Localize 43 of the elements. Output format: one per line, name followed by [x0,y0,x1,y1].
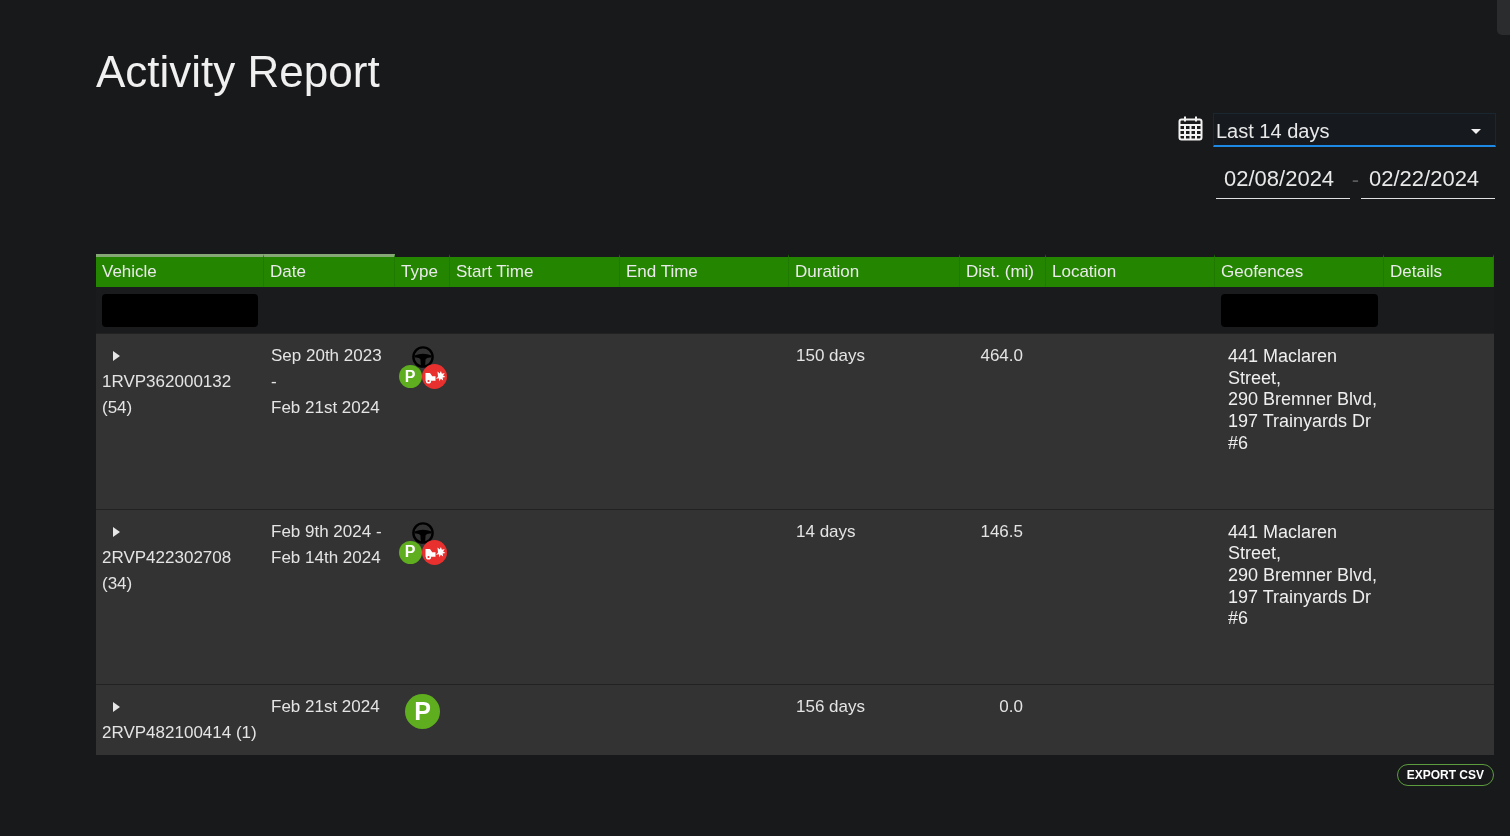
steering-wheel-icon [411,346,434,368]
column-header[interactable]: Vehicle [96,254,264,287]
distance-text: 464.0 [979,345,1024,367]
geofences-text: 441 Maclaren Street, 290 Bremner Blvd, 197 Trainyards Dr #6 [1227,345,1379,455]
column-header[interactable]: Duration [789,254,960,287]
column-header[interactable]: Geofences [1215,254,1384,287]
date-range-text: Sep 20th 2023 - Feb 21st 2024 [270,345,383,419]
duration-text: 156 days [795,696,866,719]
distance-text: 146.5 [979,520,1024,543]
start-date-field[interactable]: 02/08/2024 [1216,160,1350,199]
vehicle-id-text: 2RVP482100414 (1) [102,722,258,745]
geofences-text: 441 Maclaren Street, 290 Bremner Blvd, 197 Trainyards Dr #6 [1227,520,1379,631]
column-header[interactable]: Start Time [450,254,620,287]
calendar-icon [1178,115,1203,141]
column-header[interactable]: End Time [620,254,789,287]
duration-text: 150 days [795,345,866,367]
caret-icon[interactable] [113,526,120,537]
parking-icon: P [405,694,440,730]
column-header[interactable]: Details [1384,254,1494,287]
parking-icon: P [398,365,422,388]
vehicle-id-text: 2RVP422302708 (34) [102,546,233,595]
date-range-text: Feb 21st 2024 [270,696,381,719]
column-header[interactable]: Dist. (mi) [960,254,1046,287]
date-range-select[interactable]: Last 14 days [1213,113,1496,147]
duration-text: 14 days [795,520,857,543]
caret-icon[interactable] [113,702,120,713]
car-crash-icon [421,364,447,389]
caret-icon[interactable] [113,351,120,361]
column-header[interactable]: Location [1046,254,1215,287]
caret-down-icon [1471,129,1481,134]
filter-field[interactable] [1221,294,1378,327]
date-separator: - [1350,166,1361,193]
filter-field[interactable] [102,294,258,327]
end-date-field[interactable]: 02/22/2024 [1361,160,1495,199]
steering-wheel-icon [411,521,434,544]
vehicle-id-text: 1RVP362000132 (54) [102,371,233,419]
column-header[interactable]: Date [264,254,395,287]
distance-text: 0.0 [998,696,1024,719]
column-header[interactable]: Type [395,254,450,287]
date-range-text: Feb 9th 2024 - Feb 14th 2024 [270,520,383,569]
page-title: Activity Report [96,46,381,97]
car-crash-icon [421,539,447,565]
parking-icon: P [398,540,422,564]
